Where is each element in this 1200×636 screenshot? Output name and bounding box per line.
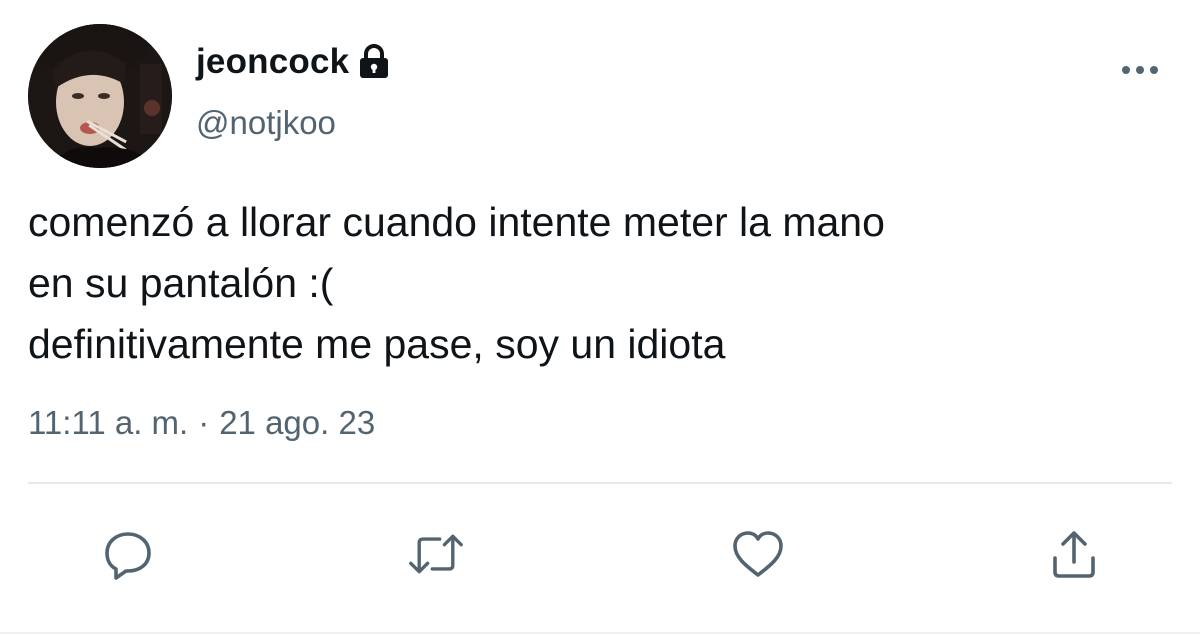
tweet-timestamp: 11:11 a. m. · 21 ago. 23 <box>28 404 375 442</box>
tweet-text-line: definitivamente me pase, soy un idiota <box>28 321 726 367</box>
author-handle[interactable]: @notjkoo <box>196 104 336 142</box>
divider <box>28 482 1172 484</box>
tweet-text: comenzó a llorar cuando intente meter la… <box>28 192 1168 375</box>
like-button[interactable] <box>730 526 786 582</box>
tweet-card: jeoncock @notjkoo comenzó a llorar cuand… <box>0 0 1200 636</box>
tweet-date[interactable]: 21 ago. 23 <box>219 404 375 442</box>
tweet-time[interactable]: 11:11 a. m. <box>28 404 188 442</box>
display-name[interactable]: jeoncock <box>196 42 349 82</box>
like-icon <box>733 531 783 577</box>
more-icon[interactable] <box>1118 58 1162 82</box>
tweet-text-line: en su pantalón :( <box>28 260 334 306</box>
tweet-text-line: comenzó a llorar cuando intente meter la… <box>28 199 885 245</box>
reply-button[interactable] <box>100 526 156 582</box>
avatar[interactable] <box>28 24 172 168</box>
author-name-row: jeoncock <box>196 40 391 84</box>
retweet-icon <box>409 534 463 574</box>
share-icon <box>1053 531 1095 578</box>
reply-icon <box>105 532 151 580</box>
timestamp-separator: · <box>198 404 210 441</box>
lock-icon <box>357 44 391 80</box>
bottom-divider <box>0 632 1200 634</box>
share-button[interactable] <box>1046 526 1102 582</box>
retweet-button[interactable] <box>408 526 464 582</box>
